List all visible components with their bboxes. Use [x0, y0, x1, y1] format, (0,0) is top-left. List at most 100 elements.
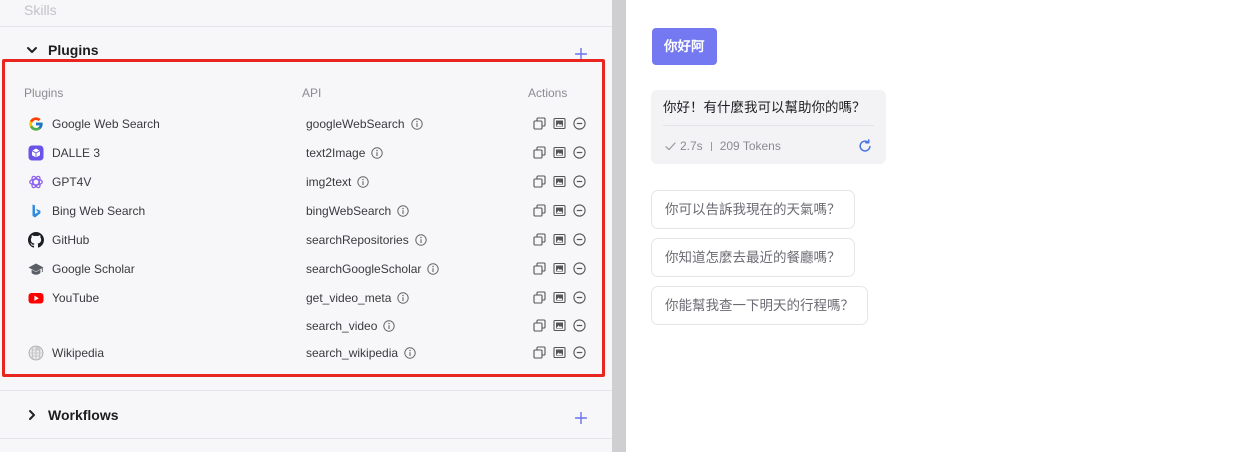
api-name: get_video_meta: [306, 290, 392, 305]
info-icon[interactable]: [404, 347, 416, 359]
response-duration: 2.7s: [680, 139, 703, 153]
info-icon[interactable]: [383, 320, 395, 332]
copy-icon[interactable]: [533, 204, 546, 217]
plugin-cell: GitHub: [0, 232, 306, 248]
api-name: search_video: [306, 318, 378, 333]
plugin-name: YouTube: [52, 290, 100, 305]
api-name: text2Image: [306, 145, 366, 160]
meta-separator: [710, 141, 712, 151]
image-icon[interactable]: [553, 146, 566, 159]
column-header-api: API: [302, 86, 322, 100]
chat-panel: 你好阿 你好！有什麼我可以幫助你的嗎？ 2.7s 209 Tokens 你可以告…: [626, 0, 1257, 452]
scrollbar[interactable]: [612, 0, 626, 452]
info-icon[interactable]: [411, 118, 423, 130]
actions-cell: [533, 291, 593, 304]
copy-icon[interactable]: [533, 319, 546, 332]
remove-icon[interactable]: [573, 291, 586, 304]
suggestion-chip[interactable]: 你能幫我查一下明天的行程嗎？: [651, 286, 868, 325]
actions-cell: [533, 204, 593, 217]
image-icon[interactable]: [553, 175, 566, 188]
copy-icon[interactable]: [533, 262, 546, 275]
workflows-section-title: Workflows: [48, 407, 119, 423]
remove-icon[interactable]: [573, 204, 586, 217]
info-icon[interactable]: [397, 292, 409, 304]
add-plugin-button[interactable]: [575, 48, 587, 60]
chevron-right-icon: [25, 408, 39, 422]
message-meta: 2.7s 209 Tokens: [663, 137, 874, 155]
copy-icon[interactable]: [533, 291, 546, 304]
plugin-cell: GPT4V: [0, 174, 306, 190]
plugins-section-toggle[interactable]: Plugins: [25, 40, 99, 60]
plugins-table: Google Web Search googleWebSearch DALLE …: [0, 109, 612, 366]
image-icon[interactable]: [553, 291, 566, 304]
api-cell: googleWebSearch: [306, 117, 533, 131]
api-cell: searchGoogleScholar: [306, 262, 533, 276]
copy-icon[interactable]: [533, 146, 546, 159]
divider: [0, 26, 612, 27]
image-icon[interactable]: [553, 319, 566, 332]
wikipedia-icon: [28, 345, 44, 361]
plugins-section-title: Plugins: [48, 42, 99, 58]
info-icon[interactable]: [415, 234, 427, 246]
plugin-cell: Google Scholar: [0, 261, 306, 277]
remove-icon[interactable]: [573, 262, 586, 275]
github-icon: [28, 232, 44, 248]
token-count: 209 Tokens: [719, 139, 781, 153]
remove-icon[interactable]: [573, 233, 586, 246]
skills-panel: Skills Plugins Plugins API Actions Googl…: [0, 0, 612, 452]
copy-icon[interactable]: [533, 175, 546, 188]
info-icon[interactable]: [427, 263, 439, 275]
api-name: bingWebSearch: [306, 203, 392, 218]
plugin-cell: DALLE 3: [0, 145, 306, 161]
assistant-message-text: 你好！有什麼我可以幫助你的嗎？: [663, 100, 866, 115]
info-icon[interactable]: [357, 176, 369, 188]
plugin-name: Google Scholar: [52, 261, 135, 276]
info-icon[interactable]: [371, 147, 383, 159]
remove-icon[interactable]: [573, 146, 586, 159]
plugin-row: Bing Web Search bingWebSearch: [0, 196, 612, 225]
api-cell: img2text: [306, 175, 533, 189]
plugin-name: GitHub: [52, 232, 90, 247]
google-scholar-icon: [28, 261, 44, 277]
plugin-name: DALLE 3: [52, 145, 101, 160]
api-name: img2text: [306, 174, 352, 189]
plugin-cell: Wikipedia: [0, 345, 306, 361]
api-cell: text2Image: [306, 146, 533, 160]
plugin-name: Bing Web Search: [52, 203, 146, 218]
skills-label: Skills: [24, 2, 57, 18]
regenerate-icon[interactable]: [858, 139, 872, 153]
plugin-cell: YouTube: [0, 290, 306, 306]
remove-icon[interactable]: [573, 319, 586, 332]
image-icon[interactable]: [553, 262, 566, 275]
remove-icon[interactable]: [573, 175, 586, 188]
copy-icon[interactable]: [533, 346, 546, 359]
api-cell: searchRepositories: [306, 233, 533, 247]
actions-cell: [533, 175, 593, 188]
plugin-row: DALLE 3 text2Image: [0, 138, 612, 167]
image-icon[interactable]: [553, 204, 566, 217]
add-workflow-button[interactable]: [575, 412, 587, 424]
assistant-message-card: 你好！有什麼我可以幫助你的嗎？ 2.7s 209 Tokens: [651, 90, 886, 164]
divider: [0, 390, 612, 391]
suggestion-chip[interactable]: 你知道怎麼去最近的餐廳嗎？: [651, 238, 855, 277]
api-name: search_wikipedia: [306, 345, 399, 360]
image-icon[interactable]: [553, 233, 566, 246]
divider: [0, 438, 612, 439]
info-icon[interactable]: [397, 205, 409, 217]
remove-icon[interactable]: [573, 346, 586, 359]
check-icon: [665, 141, 676, 152]
chevron-down-icon: [25, 43, 39, 57]
image-icon[interactable]: [553, 117, 566, 130]
suggestion-chip[interactable]: 你可以告訴我現在的天氣嗎？: [651, 190, 855, 229]
copy-icon[interactable]: [533, 117, 546, 130]
plugin-row: Google Scholar searchGoogleScholar: [0, 254, 612, 283]
workflows-section-toggle[interactable]: Workflows: [25, 405, 119, 425]
copy-icon[interactable]: [533, 233, 546, 246]
column-header-actions: Actions: [528, 86, 568, 100]
api-cell: bingWebSearch: [306, 204, 533, 218]
image-icon[interactable]: [553, 346, 566, 359]
plugin-name: Google Web Search: [52, 116, 160, 131]
plugin-row: GPT4V img2text: [0, 167, 612, 196]
api-name: searchRepositories: [306, 232, 409, 247]
remove-icon[interactable]: [573, 117, 586, 130]
